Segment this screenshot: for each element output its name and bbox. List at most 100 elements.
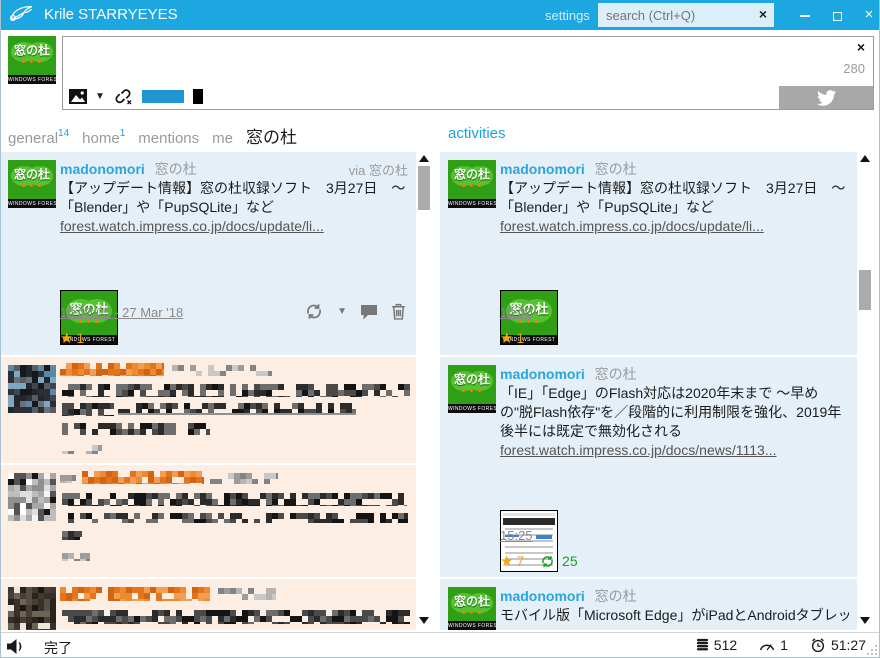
left-column-tabs: general14 home1 mentions me 窓の杜: [8, 123, 297, 148]
compose-box: × 280 ▼: [62, 36, 874, 110]
tab-mentions[interactable]: mentions: [138, 130, 199, 147]
tweet-censored[interactable]: [0, 579, 416, 630]
tweet-text: 【アップデート情報】窓の杜収録ソフト 3月27日 〜「Blender」や「Pup…: [60, 179, 408, 239]
alarm-clock-icon: [810, 637, 826, 653]
tab-label: 窓の杜: [246, 128, 297, 147]
tweet-censored[interactable]: [0, 357, 416, 463]
volume-icon[interactable]: [7, 639, 26, 658]
unbind-link-icon[interactable]: [113, 87, 134, 105]
censored-display-name: [218, 588, 276, 600]
maximize-button[interactable]: [822, 0, 852, 30]
censored-prefix: [60, 475, 76, 483]
logo-dots: [22, 60, 25, 63]
tab-madonomori[interactable]: 窓の杜: [246, 123, 297, 148]
censored-text-line: [62, 423, 210, 435]
tweet-avatar[interactable]: 窓の杜 WINDOWS FOREST: [448, 160, 496, 208]
tweet-screen-name[interactable]: madonomori: [60, 161, 145, 177]
minimize-button[interactable]: [790, 0, 820, 30]
tweet-screen-name[interactable]: madonomori: [500, 366, 585, 382]
attach-dropdown-icon[interactable]: ▼: [95, 91, 105, 102]
logo-text-jp: 窓の杜: [454, 593, 490, 610]
tweet-send-button[interactable]: [779, 86, 873, 109]
tweet-text-input[interactable]: [65, 39, 773, 85]
censored-text-line: [62, 403, 114, 416]
char-count: 280: [843, 61, 865, 76]
censored-text-line: [62, 384, 410, 397]
app-title: Krile STARRYEYES: [44, 6, 178, 23]
search-input[interactable]: [606, 3, 746, 27]
compose-account-avatar[interactable]: 窓の杜 WINDOWS FOREST: [8, 36, 56, 84]
resize-grip[interactable]: [865, 643, 877, 655]
logo-text-jp: 窓の杜: [454, 166, 490, 183]
favorite-star-icon: ★: [500, 330, 513, 347]
tweet-timestamp[interactable]: 15:25: [500, 528, 533, 543]
tweet-link-article[interactable]: forest.watch.impress.co.jp/docs/update/l…: [500, 218, 764, 234]
statusbar: 完了 512 1 51:27: [0, 632, 880, 658]
scroll-down-arrow[interactable]: [419, 617, 429, 624]
delete-icon[interactable]: [391, 303, 406, 320]
tweet-timestamp[interactable]: 16:00:05 - 27 Mar '18: [60, 305, 183, 320]
retweet-icon[interactable]: [304, 303, 324, 320]
censored-text-line: [62, 610, 410, 624]
tweet-text-plain: 「IE」「Edge」のFlash対応は2020年末まで 〜早めの"脱Flash依…: [500, 385, 841, 439]
timer-counter: 51:27: [810, 637, 866, 653]
tweet-avatar-censored[interactable]: [8, 587, 56, 630]
tweet-text-plain: 【アップデート情報】窓の杜収録ソフト 3月27日 〜「Blender」や「Pup…: [500, 180, 845, 215]
tweet-screen-name[interactable]: madonomori: [500, 588, 585, 604]
tweet-avatar[interactable]: 窓の杜 WINDOWS FOREST: [448, 587, 496, 630]
timer-value: 51:27: [831, 637, 866, 653]
tweet-avatar[interactable]: 窓の杜 WINDOWS FOREST: [8, 160, 56, 208]
tweet-link-article[interactable]: forest.watch.impress.co.jp/docs/news/111…: [500, 442, 777, 458]
gauge-icon: [759, 640, 775, 651]
tweet-text: 【アップデート情報】窓の杜収録ソフト 3月27日 〜「Blender」や「Pup…: [500, 179, 849, 239]
tweet-madonomori-update[interactable]: 窓の杜 WINDOWS FOREST madonomori 窓の杜 【アップデー…: [440, 152, 857, 355]
logo-dots: [22, 184, 25, 187]
tweet-link-article[interactable]: forest.watch.impress.co.jp/docs/update/l…: [60, 218, 324, 234]
tweet-madonomori-edge[interactable]: 窓の杜 WINDOWS FOREST madonomori 窓の杜 モバイル版「…: [440, 579, 857, 630]
censored-link: [118, 403, 356, 415]
logo-dots: [79, 320, 82, 323]
scroll-thumb[interactable]: [418, 166, 430, 210]
search-clear-icon[interactable]: ×: [759, 6, 767, 22]
tweet-display-name: 窓の杜: [595, 588, 637, 604]
reply-icon[interactable]: [360, 304, 378, 320]
compose-close-icon[interactable]: ×: [857, 41, 865, 53]
tweet-timestamp[interactable]: 16:00: [500, 305, 533, 320]
logo-dots: [462, 611, 465, 614]
retweet-dropdown-icon[interactable]: ▼: [337, 306, 347, 317]
scroll-thumb[interactable]: [859, 270, 871, 310]
tweet-madonomori-flash[interactable]: 窓の杜 WINDOWS FOREST madonomori 窓の杜 「IE」「E…: [440, 357, 857, 577]
tweet-avatar[interactable]: 窓の杜 WINDOWS FOREST: [448, 365, 496, 413]
tweet-avatar-censored[interactable]: [8, 473, 56, 521]
scroll-up-arrow[interactable]: [419, 155, 429, 162]
logo-text-en: WINDOWS FOREST: [448, 199, 496, 208]
scroll-up-arrow[interactable]: [860, 155, 870, 162]
censored-text-line: [62, 513, 408, 523]
tweet-madonomori-update[interactable]: 窓の杜 WINDOWS FOREST madonomori 窓の杜 via 窓の…: [0, 152, 416, 355]
close-button[interactable]: ×: [854, 0, 880, 30]
tweet-screen-name[interactable]: madonomori: [500, 161, 585, 177]
tweet-stats: ★1: [60, 329, 84, 347]
settings-link[interactable]: settings: [545, 8, 590, 23]
tab-activities[interactable]: activities: [448, 125, 506, 142]
tab-general[interactable]: general14: [8, 129, 69, 147]
tweet-link-media[interactable]: pic.twitter.com/poaL24V8gf: [60, 237, 228, 239]
tweet-avatar-censored[interactable]: [8, 365, 56, 413]
scrollbar-left-column: [416, 152, 433, 630]
tweet-link-media[interactable]: pic.twitter.com/poaL24V8gf: [500, 237, 668, 239]
retweet-count: 25: [562, 553, 578, 569]
tweet-censored[interactable]: [0, 465, 416, 577]
rate-counter: 1: [759, 637, 788, 653]
logo-text-en: WINDOWS FOREST: [8, 199, 56, 208]
logo-text-jp: 窓の杜: [14, 166, 50, 183]
tab-home[interactable]: home1: [82, 129, 125, 147]
char-progress-bar: [142, 90, 184, 103]
tab-me[interactable]: me: [212, 130, 233, 147]
attach-image-icon[interactable]: [69, 89, 87, 104]
tweet-display-name: 窓の杜: [155, 161, 197, 177]
tweet-header: madonomori 窓の杜: [500, 586, 849, 606]
queue-counter: 512: [696, 637, 737, 653]
scroll-down-arrow[interactable]: [860, 617, 870, 624]
twitter-bird-icon: [817, 90, 836, 106]
logo-text-jp: 窓の杜: [454, 371, 490, 388]
